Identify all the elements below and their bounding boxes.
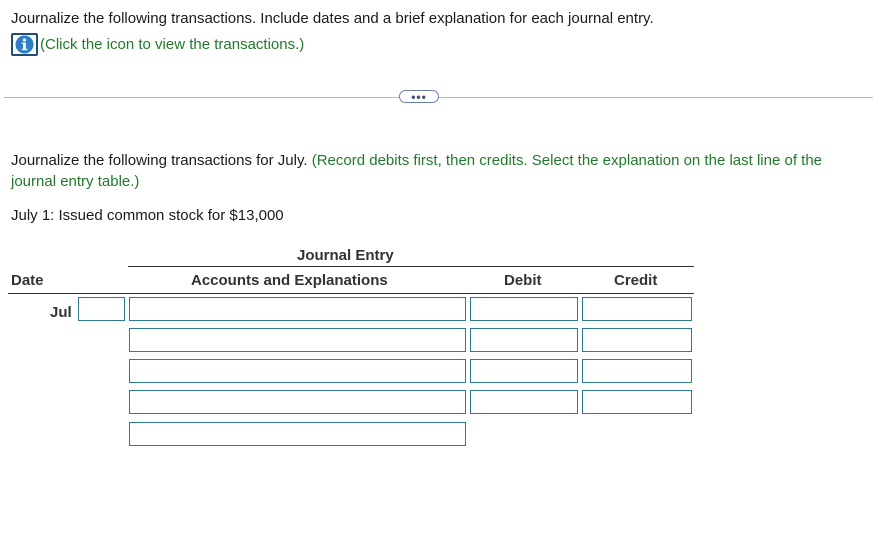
- credit-input-row-4[interactable]: [582, 390, 692, 414]
- account-input-row-4[interactable]: [129, 390, 466, 414]
- account-input-row-1[interactable]: [129, 297, 466, 321]
- column-header-accounts: Accounts and Explanations: [191, 272, 388, 289]
- header-rule-bottom: [8, 293, 694, 294]
- credit-input-row-2[interactable]: [582, 328, 692, 352]
- instructions-text: Journalize the following transactions fo…: [11, 152, 308, 169]
- info-icon[interactable]: [11, 33, 38, 56]
- credit-input-row-3[interactable]: [582, 359, 692, 383]
- debit-input-row-4[interactable]: [470, 390, 578, 414]
- question-text: Journalize the following transactions. I…: [11, 10, 654, 27]
- date-day-input[interactable]: [78, 297, 125, 321]
- debit-input-row-3[interactable]: [470, 359, 578, 383]
- journal-entry-title: Journal Entry: [297, 247, 394, 264]
- account-input-row-2[interactable]: [129, 328, 466, 352]
- view-transactions-link[interactable]: (Click the icon to view the transactions…: [40, 36, 304, 53]
- credit-input-row-1[interactable]: [582, 297, 692, 321]
- debit-input-row-1[interactable]: [470, 297, 578, 321]
- date-month-label: Jul: [50, 304, 72, 321]
- column-header-debit: Debit: [504, 272, 542, 289]
- info-row: (Click the icon to view the transactions…: [11, 33, 304, 56]
- debit-input-row-2[interactable]: [470, 328, 578, 352]
- account-input-row-3[interactable]: [129, 359, 466, 383]
- column-header-credit: Credit: [614, 272, 658, 289]
- column-header-date: Date: [11, 272, 44, 289]
- expand-more-button[interactable]: •••: [399, 90, 439, 103]
- explanation-input[interactable]: [129, 422, 466, 446]
- info-icon-glyph: [15, 35, 34, 54]
- instructions: Journalize the following transactions fo…: [11, 150, 871, 192]
- transaction-text: July 1: Issued common stock for $13,000: [11, 207, 284, 224]
- header-rule-top: [128, 266, 694, 267]
